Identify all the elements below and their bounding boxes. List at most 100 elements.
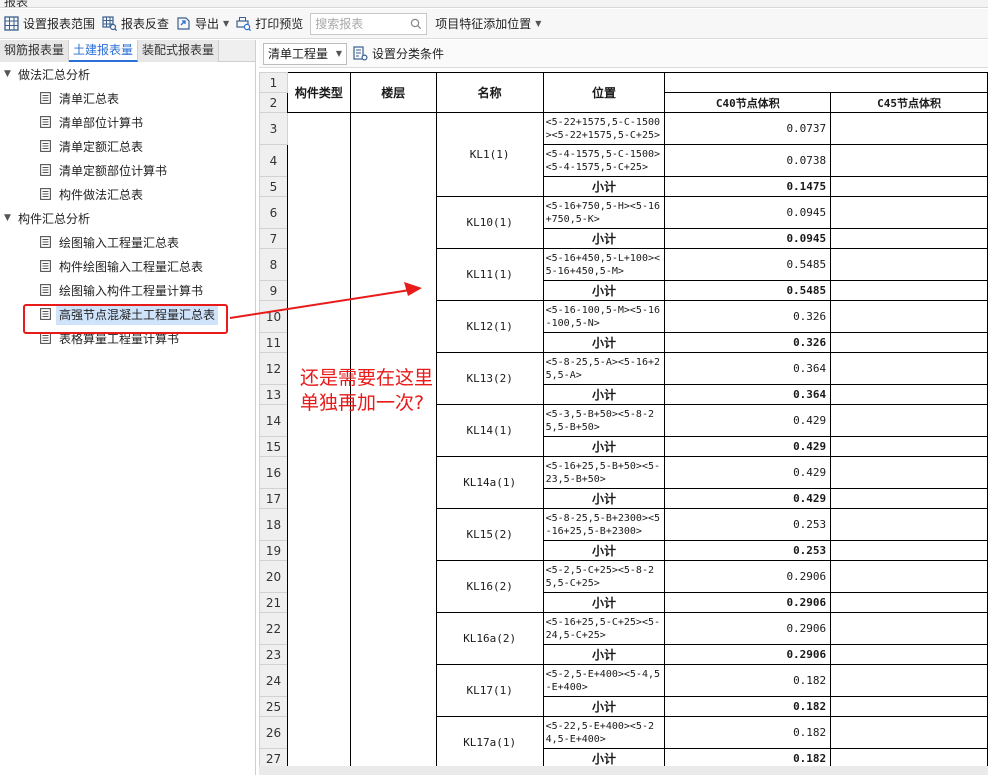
cell-c45-volume xyxy=(830,716,988,749)
tab-prefab-report[interactable]: 装配式报表量 xyxy=(138,40,220,62)
feature-position-dropdown[interactable]: 项目特征添加位置 ▼ xyxy=(433,12,546,36)
col-header-name[interactable]: 名称 xyxy=(435,72,544,113)
chevron-down-icon[interactable]: ▼ xyxy=(4,213,18,223)
col-header-type[interactable]: 构件类型 xyxy=(286,72,351,113)
classify-condition-button[interactable]: 设置分类条件 xyxy=(351,42,449,66)
cell-c40-volume: 0.0737 xyxy=(664,112,832,145)
table-search-icon xyxy=(102,16,118,31)
horizontal-scrollbar[interactable] xyxy=(259,766,988,775)
row-number: 3 xyxy=(259,112,288,145)
print-preview-button[interactable]: 打印预览 xyxy=(234,12,308,36)
grid-icon xyxy=(4,16,19,31)
tree-item-bill-quota-summary[interactable]: 清单定额汇总表 xyxy=(0,134,255,158)
subtotal-label: 小计 xyxy=(542,488,666,509)
main-toolbar: 设置报表范围 报表反查 导出 ▼ 打印预览 项目特征添加位置 ▼ xyxy=(0,9,988,39)
tree-group-method-summary[interactable]: ▼ 做法汇总分析 xyxy=(0,62,255,86)
row-number: 23 xyxy=(259,644,288,665)
tree-item-label: 构件做法汇总表 xyxy=(59,187,144,202)
row-number: 8 xyxy=(259,248,288,281)
window-title: 报表 xyxy=(4,0,29,8)
cell-position: <5-2,5-C+25><5-8-25,5-C+25> xyxy=(542,560,666,593)
cell-position: <5-8-25,5-B+2300><5-16+25,5-B+2300> xyxy=(542,508,666,541)
tree-item-label: 清单部位计算书 xyxy=(59,115,144,130)
tree-item-bill-quota-location-calc[interactable]: 清单定额部位计算书 xyxy=(0,158,255,182)
cell-c40-volume: 0.182 xyxy=(664,716,832,749)
col-header-position[interactable]: 位置 xyxy=(542,72,666,113)
report-grid: 1 构件类型 楼层 名称 位置 2 C40节点体积 C45节点体积 3 KL1(1) <5-22+1… xyxy=(259,72,988,769)
print-preview-icon xyxy=(236,17,252,31)
document-icon xyxy=(40,236,51,248)
reverse-check-button[interactable]: 报表反查 xyxy=(100,12,174,36)
cell-c40-volume: 0.2906 xyxy=(664,560,832,593)
tree-item-drawing-input-summary[interactable]: 绘图输入工程量汇总表 xyxy=(0,230,255,254)
subtotal-c40-value: 0.2906 xyxy=(664,644,832,665)
document-icon xyxy=(40,92,51,104)
row-number: 7 xyxy=(259,228,288,249)
tree-group-label: 构件汇总分析 xyxy=(18,211,91,226)
subtotal-label: 小计 xyxy=(542,644,666,665)
cell-position: <5-3,5-B+50><5-8-25,5-B+50> xyxy=(542,404,666,437)
subtotal-c45-value xyxy=(830,696,988,717)
table-row[interactable]: 3 KL1(1) <5-22+1575,5-C-1500><5-22+1575,5-… xyxy=(259,112,988,769)
subtotal-c45-value xyxy=(830,436,988,457)
cell-c45-volume xyxy=(830,352,988,385)
document-icon xyxy=(40,188,51,200)
row-number: 10 xyxy=(259,300,288,333)
tree-item-bill-summary[interactable]: 清单汇总表 xyxy=(0,86,255,110)
quantity-type-select[interactable]: 清单工程量 ▼ xyxy=(263,42,347,65)
cell-position: <5-4-1575,5-C-1500><5-4-1575,5-C+25> xyxy=(542,144,666,177)
tree-item-component-method-summary[interactable]: 构件做法汇总表 xyxy=(0,182,255,206)
subtotal-c45-value xyxy=(830,488,988,509)
cell-position: <5-16+450,5-L+100><5-16+450,5-M> xyxy=(542,248,666,281)
tree-group-component-summary[interactable]: ▼ 构件汇总分析 xyxy=(0,206,255,230)
report-view-toolbar: 清单工程量 ▼ 设置分类条件 xyxy=(259,40,988,68)
row-number: 25 xyxy=(259,696,288,717)
col-header-c45[interactable]: C45节点体积 xyxy=(830,92,988,113)
cell-c40-volume: 0.5485 xyxy=(664,248,832,281)
cell-c40-volume: 0.326 xyxy=(664,300,832,333)
col-header-c40[interactable]: C40节点体积 xyxy=(664,92,832,113)
cell-position: <5-2,5-E+400><5-4,5-E+400> xyxy=(542,664,666,697)
col-header-floor[interactable]: 楼层 xyxy=(349,72,437,113)
tab-civil-report[interactable]: 土建报表量 xyxy=(69,40,139,62)
subtotal-label: 小计 xyxy=(542,592,666,613)
export-label: 导出 xyxy=(195,17,220,31)
row-number: 12 xyxy=(259,352,288,385)
tree-item-component-drawing-summary[interactable]: 构件绘图输入工程量汇总表 xyxy=(0,254,255,278)
cell-c45-volume xyxy=(830,112,988,145)
subtotal-label: 小计 xyxy=(542,228,666,249)
export-button[interactable]: 导出 ▼ xyxy=(174,12,234,36)
row-number: 19 xyxy=(259,540,288,561)
report-type-tabs: 钢筋报表量 土建报表量 装配式报表量 xyxy=(0,40,255,62)
tab-rebar-report[interactable]: 钢筋报表量 xyxy=(0,40,70,62)
subtotal-c45-value xyxy=(830,644,988,665)
tree-item-bill-location-calc[interactable]: 清单部位计算书 xyxy=(0,110,255,134)
window-titlebar: 报表 xyxy=(0,0,988,8)
row-number: 11 xyxy=(259,332,288,353)
cell-name: KL15(2) xyxy=(435,508,544,561)
chevron-down-icon[interactable]: ▼ xyxy=(4,69,18,79)
report-search-input[interactable] xyxy=(315,16,411,31)
row-number: 4 xyxy=(259,144,288,177)
cell-name: KL17(1) xyxy=(435,664,544,717)
report-search-box xyxy=(310,12,428,35)
subtotal-c45-value xyxy=(830,176,988,197)
subtotal-c40-value: 0.364 xyxy=(664,384,832,405)
subtotal-label: 小计 xyxy=(542,540,666,561)
quantity-type-value: 清单工程量 xyxy=(268,47,329,61)
cell-c40-volume: 0.429 xyxy=(664,404,832,437)
document-icon xyxy=(40,164,51,176)
cell-position: <5-8-25,5-A><5-16+25,5-A> xyxy=(542,352,666,385)
cell-position: <5-16+25,5-C+25><5-24,5-C+25> xyxy=(542,612,666,645)
subtotal-c40-value: 0.2906 xyxy=(664,592,832,613)
row-number: 2 xyxy=(259,92,288,113)
cell-c45-volume xyxy=(830,664,988,697)
search-icon[interactable] xyxy=(410,18,422,30)
row-number: 18 xyxy=(259,508,288,541)
row-number: 24 xyxy=(259,664,288,697)
cell-name: KL10(1) xyxy=(435,196,544,249)
annotation-highlight-box xyxy=(23,304,228,334)
tree-item-drawing-component-calc[interactable]: 绘图输入构件工程量计算书 xyxy=(0,278,255,302)
set-range-button[interactable]: 设置报表范围 xyxy=(2,12,100,36)
cell-c45-volume xyxy=(830,300,988,333)
